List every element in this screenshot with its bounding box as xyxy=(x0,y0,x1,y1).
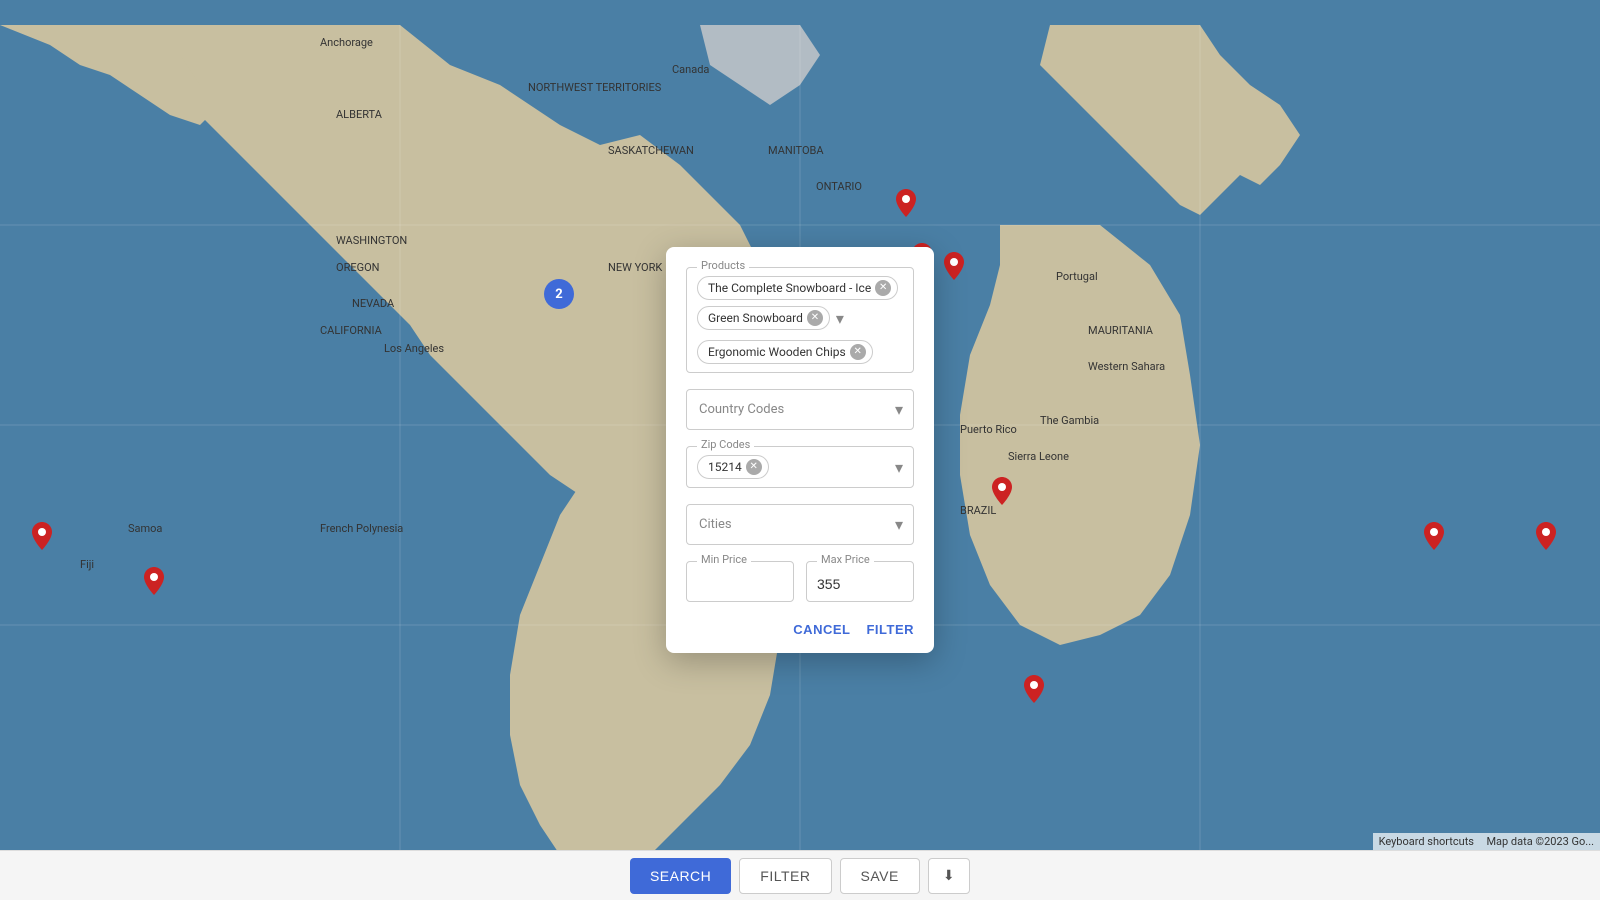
country-codes-arrow: ▾ xyxy=(895,400,903,419)
cities-arrow: ▾ xyxy=(895,515,903,534)
map-pin-4 xyxy=(32,522,52,554)
product-chip-2[interactable]: Green Snowboard ✕ xyxy=(697,306,830,330)
products-chips-container: The Complete Snowboard - Ice ✕ Green Sno… xyxy=(697,276,903,364)
toolbar: SEARCH FILTER SAVE ⬇ xyxy=(0,850,1600,900)
zip-codes-label: Zip Codes xyxy=(697,438,754,451)
products-dropdown-arrow[interactable]: ▾ xyxy=(836,309,844,328)
product-chip-1-close[interactable]: ✕ xyxy=(875,280,891,296)
map-pin-2 xyxy=(944,252,964,284)
cities-field[interactable]: Cities ▾ xyxy=(686,504,914,545)
products-field: Products The Complete Snowboard - Ice ✕ … xyxy=(686,267,914,373)
modal-actions: CANCEL FILTER xyxy=(686,622,914,637)
map-pin-6 xyxy=(1024,675,1044,707)
download-icon: ⬇ xyxy=(943,867,955,883)
products-label: Products xyxy=(697,259,749,272)
map-pin-7 xyxy=(992,477,1012,509)
product-chip-3-label: Ergonomic Wooden Chips xyxy=(708,345,846,359)
product-chip-1-label: The Complete Snowboard - Ice xyxy=(708,281,871,295)
save-button[interactable]: SAVE xyxy=(840,858,920,894)
zip-chip-close[interactable]: ✕ xyxy=(746,459,762,475)
download-button[interactable]: ⬇ xyxy=(928,858,970,894)
zip-chip[interactable]: 15214 ✕ xyxy=(697,455,769,479)
cities-placeholder: Cities xyxy=(699,517,732,532)
map-copyright: Map data ©2023 Go... xyxy=(1480,833,1600,850)
country-codes-field[interactable]: Country Codes ▾ xyxy=(686,389,914,430)
zip-codes-field[interactable]: Zip Codes 15214 ✕ ▾ xyxy=(686,446,914,488)
map-pin-9 xyxy=(1536,522,1556,554)
product-chip-3[interactable]: Ergonomic Wooden Chips ✕ xyxy=(697,340,873,364)
min-price-field[interactable]: Min Price xyxy=(686,561,794,602)
product-chip-2-label: Green Snowboard xyxy=(708,311,803,325)
filter-toolbar-button[interactable]: FILTER xyxy=(739,858,831,894)
price-row: Min Price Max Price xyxy=(686,561,914,602)
zip-dropdown-arrow[interactable]: ▾ xyxy=(895,458,903,477)
filter-modal: Products The Complete Snowboard - Ice ✕ … xyxy=(666,247,934,653)
filter-button[interactable]: FILTER xyxy=(866,622,914,637)
product-chip-3-close[interactable]: ✕ xyxy=(850,344,866,360)
map-pin-1 xyxy=(896,189,916,221)
cancel-button[interactable]: CANCEL xyxy=(793,622,850,637)
cluster-marker[interactable]: 2 xyxy=(544,279,574,309)
min-price-label: Min Price xyxy=(697,553,751,566)
keyboard-shortcuts: Keyboard shortcuts xyxy=(1373,833,1480,850)
map-pin-5 xyxy=(144,567,164,599)
max-price-field[interactable]: Max Price xyxy=(806,561,914,602)
country-codes-placeholder: Country Codes xyxy=(699,402,784,417)
max-price-label: Max Price xyxy=(817,553,874,566)
product-chip-2-close[interactable]: ✕ xyxy=(807,310,823,326)
map-pin-8 xyxy=(1424,522,1444,554)
min-price-input[interactable] xyxy=(697,576,783,592)
zip-chip-value: 15214 xyxy=(708,460,742,474)
search-button[interactable]: SEARCH xyxy=(630,858,731,894)
product-chip-1[interactable]: The Complete Snowboard - Ice ✕ xyxy=(697,276,898,300)
max-price-input[interactable] xyxy=(817,576,903,592)
